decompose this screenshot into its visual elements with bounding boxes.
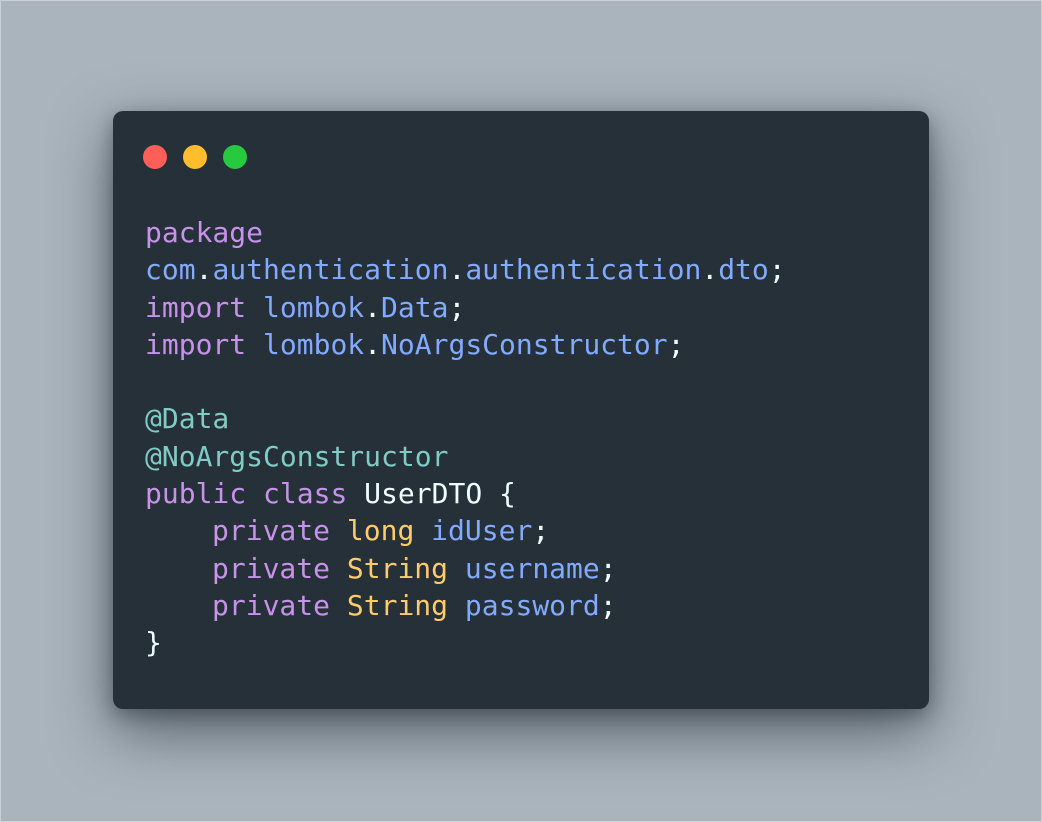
minimize-dot-icon[interactable]	[183, 145, 207, 169]
package-segment: dto	[718, 253, 769, 287]
package-separator: .	[701, 253, 719, 287]
code-block: package com.authentication.authentication…	[145, 214, 786, 662]
code-line-field: private long idUser;	[145, 512, 786, 549]
field-type: long	[346, 514, 415, 548]
import-dot: .	[364, 327, 382, 361]
class-modifier: public	[145, 477, 247, 511]
field-modifier: private	[212, 551, 331, 585]
maximize-dot-icon[interactable]	[223, 145, 247, 169]
annotation: @NoArgsConstructor	[145, 439, 449, 473]
import-name: Data	[381, 290, 449, 324]
code-line-field: private String username;	[145, 550, 786, 587]
field-name: username	[464, 551, 600, 585]
package-segment: authentication	[212, 253, 449, 287]
window-controls	[143, 145, 247, 169]
package-segment: authentication	[465, 253, 702, 287]
field-name: idUser	[431, 514, 533, 548]
field-name: password	[464, 588, 600, 622]
import-keyword: import	[145, 290, 247, 324]
package-terminator: ;	[768, 253, 786, 287]
import-terminator: ;	[448, 290, 466, 324]
code-line-import: import lombok.Data;	[145, 289, 786, 326]
code-line-package-keyword: package	[145, 214, 786, 251]
code-line-annotation: @Data	[145, 400, 786, 437]
code-line-package-path: com.authentication.authentication.dto;	[145, 251, 786, 288]
package-separator: .	[195, 253, 213, 287]
class-name: UserDTO	[364, 477, 483, 511]
package-segment: com	[145, 253, 196, 287]
code-line-field: private String password;	[145, 587, 786, 624]
field-modifier: private	[212, 514, 331, 548]
annotation: @Data	[145, 402, 230, 436]
field-terminator: ;	[599, 588, 617, 622]
code-window: package com.authentication.authentication…	[113, 111, 929, 709]
field-type: String	[346, 588, 449, 622]
import-dot: .	[364, 290, 382, 324]
code-line-annotation: @NoArgsConstructor	[145, 438, 786, 475]
close-brace: }	[145, 626, 162, 660]
class-keyword: class	[263, 477, 348, 511]
package-keyword: package	[145, 216, 264, 249]
import-package: lombok	[263, 327, 365, 361]
field-modifier: private	[212, 588, 331, 622]
field-type: String	[346, 551, 449, 585]
import-keyword: import	[145, 327, 247, 361]
field-terminator: ;	[532, 514, 550, 548]
package-separator: .	[448, 253, 466, 287]
close-dot-icon[interactable]	[143, 145, 167, 169]
import-package: lombok	[263, 290, 365, 324]
code-line-class-declaration: public class UserDTO {	[145, 475, 786, 512]
field-terminator: ;	[599, 551, 617, 585]
code-line-close-brace: }	[145, 624, 786, 661]
import-terminator: ;	[667, 327, 685, 361]
import-name: NoArgsConstructor	[381, 327, 668, 361]
code-line-import: import lombok.NoArgsConstructor;	[145, 326, 786, 363]
open-brace: {	[499, 477, 516, 511]
